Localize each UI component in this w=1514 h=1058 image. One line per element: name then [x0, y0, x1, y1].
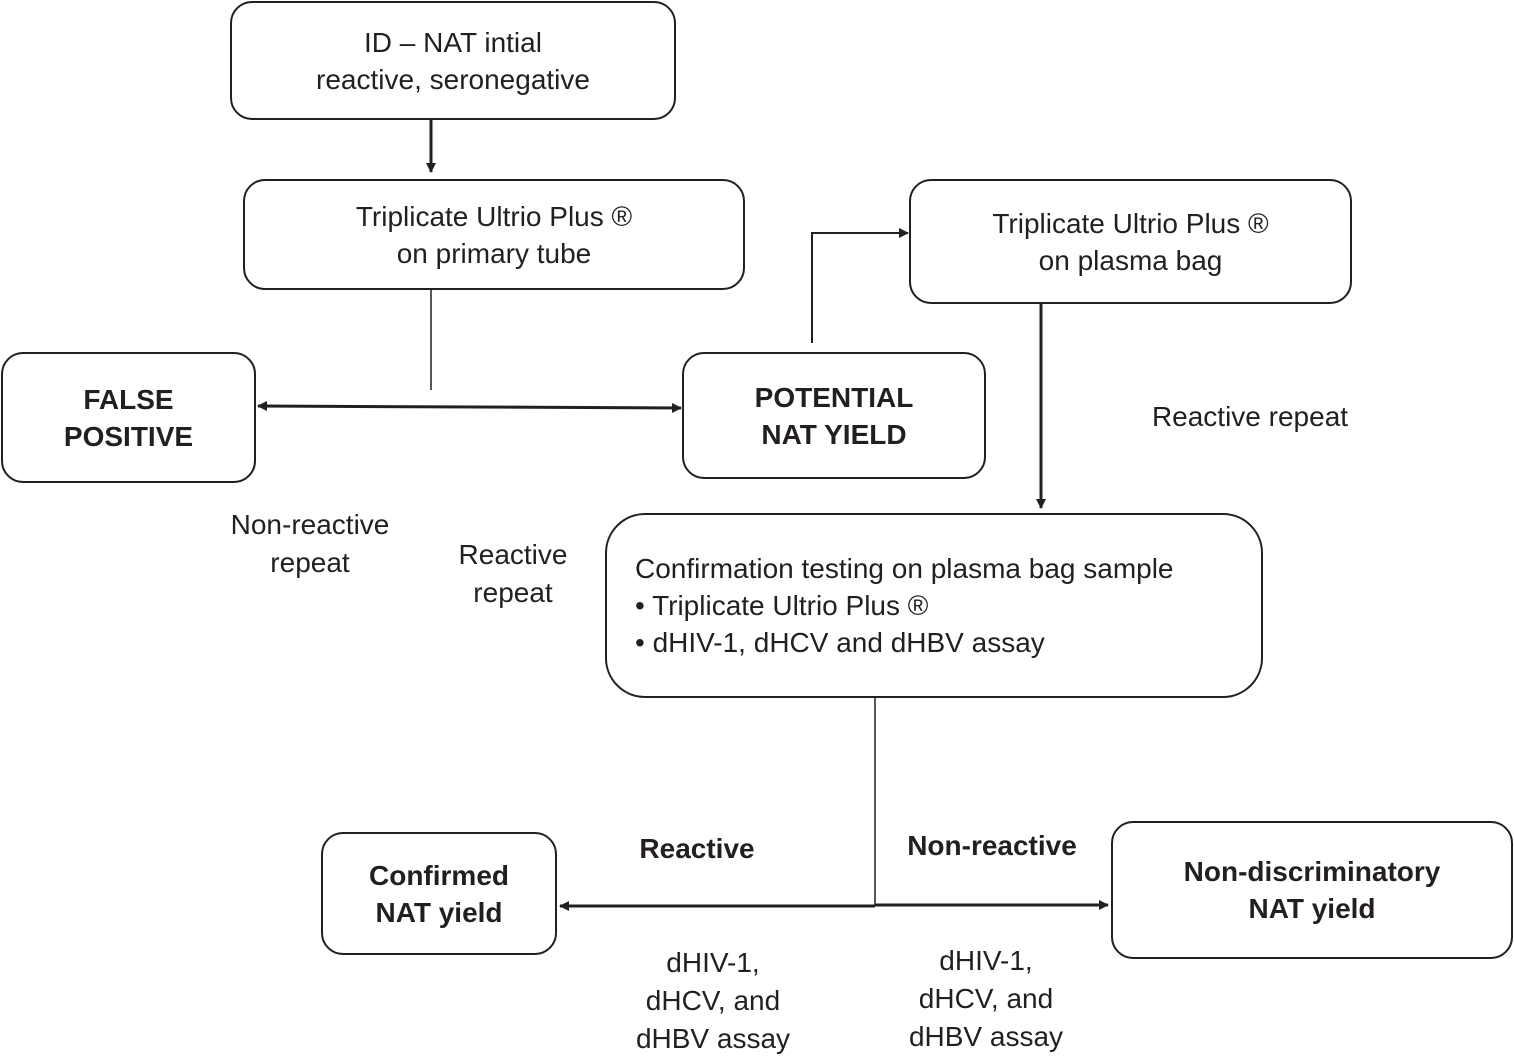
node-potential-nat-yield: POTENTIAL NAT YIELD — [682, 352, 986, 479]
node-id-nat-initial: ID – NAT intial reactive, seronegative — [230, 1, 676, 120]
arrow-potential-to-plasma — [811, 228, 909, 343]
arrow-false-potential — [257, 401, 682, 413]
node-confirmed-nat-yield: Confirmed NAT yield — [321, 832, 557, 955]
label-non-reactive: Non-reactive — [907, 830, 1077, 861]
node-non-discriminatory-nat-yield: Non-discriminatory NAT yield — [1111, 821, 1513, 959]
label-non-reactive-repeat: Non-reactive repeat — [230, 509, 390, 578]
label-assay-right: dHIV-1, dHCV, and dHBV assay — [908, 945, 1064, 1052]
node-plasma-bag: Triplicate Ultrio Plus ® on plasma bag — [909, 179, 1352, 304]
node-false-positive: FALSE POSITIVE — [1, 352, 256, 483]
node-primary-tube: Triplicate Ultrio Plus ® on primary tube — [243, 179, 745, 290]
label-assay-left: dHIV-1, dHCV, and dHBV assay — [635, 947, 791, 1054]
node-confirmation-testing: Confirmation testing on plasma bag sampl… — [605, 513, 1263, 698]
label-reactive-repeat-left: Reactive repeat — [458, 539, 568, 608]
label-reactive: Reactive — [639, 833, 755, 864]
label-reactive-repeat-right: Reactive repeat — [1151, 401, 1349, 432]
